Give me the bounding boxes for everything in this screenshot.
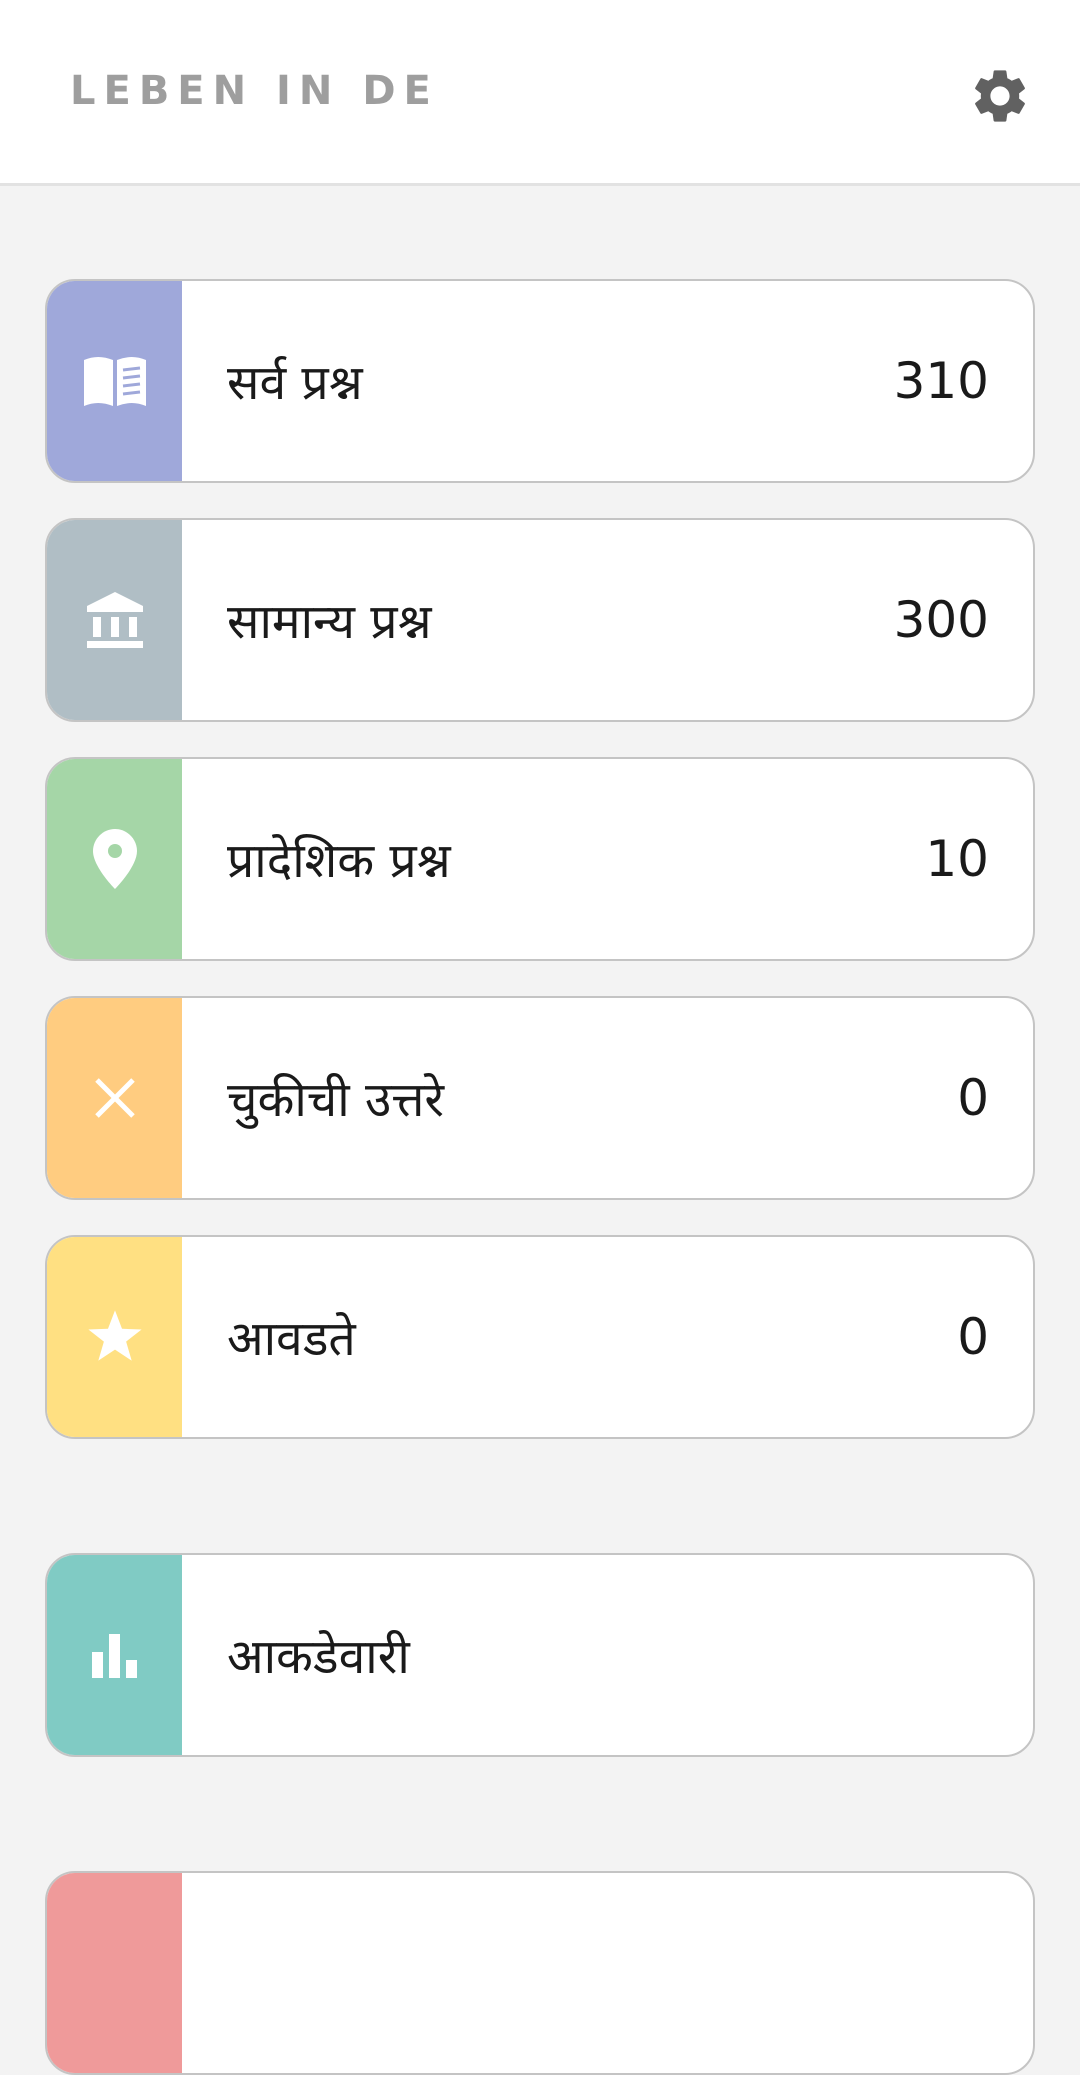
book-icon: [83, 357, 146, 406]
menu-item-count: 310: [893, 352, 989, 410]
menu-item-next[interactable]: [45, 1871, 1035, 2075]
menu-item-count: 10: [925, 830, 989, 888]
menu-item-label: आकडेवारी: [227, 1628, 410, 1685]
card-color-strip: [47, 998, 182, 1198]
menu-item-label: सर्व प्रश्न: [227, 354, 363, 411]
star-icon: [87, 1310, 142, 1361]
card-color-strip: [47, 1873, 182, 2073]
menu-item-label: सामान्य प्रश्न: [227, 593, 432, 650]
menu-item-count: 300: [893, 591, 989, 649]
menu-item-regional-questions[interactable]: प्रादेशिक प्रश्न 10: [45, 757, 1035, 961]
app-header: LEBEN IN DE: [0, 0, 1080, 186]
menu-item-all-questions[interactable]: सर्व प्रश्न 310: [45, 279, 1035, 483]
menu-item-statistics[interactable]: आकडेवारी: [45, 1553, 1035, 1757]
location-pin-icon: [92, 829, 137, 889]
card-color-strip: [47, 1237, 182, 1437]
menu-item-general-questions[interactable]: सामान्य प्रश्न 300: [45, 518, 1035, 722]
gear-icon: [975, 70, 1025, 122]
settings-button[interactable]: [968, 64, 1032, 128]
menu-item-count: 0: [957, 1069, 989, 1127]
menu-item-label: चुकीची उत्तरे: [227, 1071, 445, 1128]
bank-icon: [86, 592, 143, 648]
close-icon: [94, 1078, 135, 1118]
menu-item-label: प्रादेशिक प्रश्न: [227, 832, 451, 889]
card-color-strip: [47, 281, 182, 481]
menu-item-wrong-answers[interactable]: चुकीची उत्तरे 0: [45, 996, 1035, 1200]
menu-item-label: आवडते: [227, 1310, 356, 1367]
bar-chart-icon: [91, 1634, 137, 1678]
menu-item-count: 0: [957, 1308, 989, 1366]
menu-item-favorites[interactable]: आवडते 0: [45, 1235, 1035, 1439]
app-title: LEBEN IN DE: [70, 68, 439, 114]
card-color-strip: [47, 1555, 182, 1755]
card-color-strip: [47, 520, 182, 720]
card-color-strip: [47, 759, 182, 959]
